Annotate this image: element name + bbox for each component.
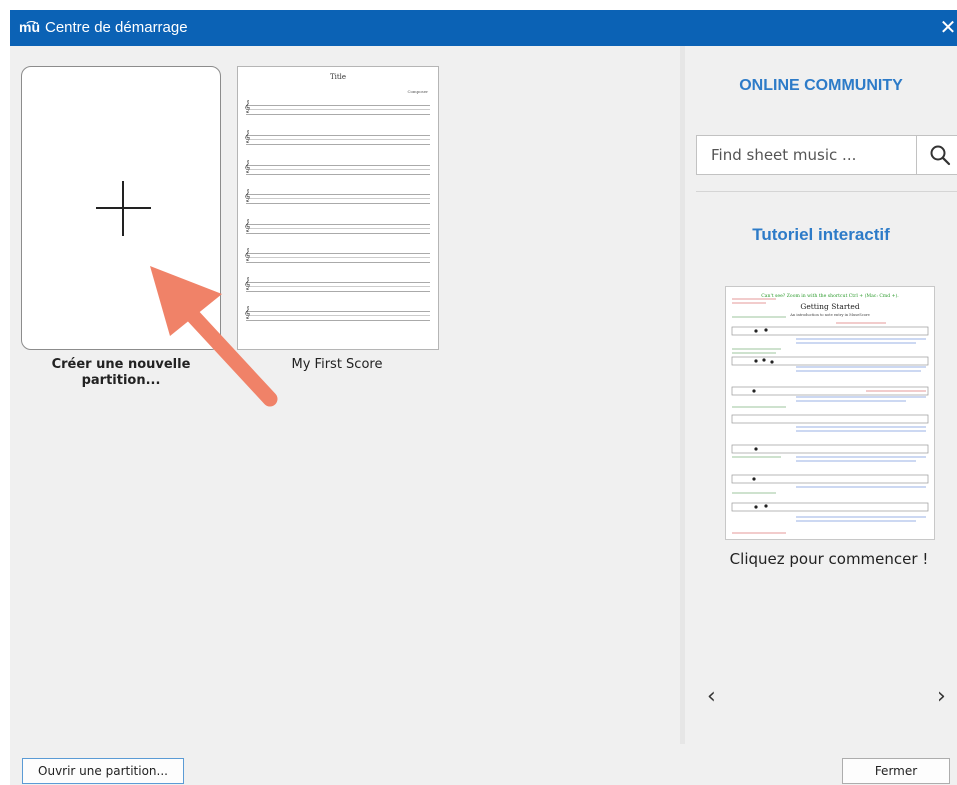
staff-line: 𝄞	[244, 189, 430, 204]
window-title: Centre de démarrage	[45, 19, 188, 36]
score-thumb-composer: Composer	[407, 89, 428, 94]
footer-bar: Ouvrir une partition... Fermer	[10, 744, 957, 785]
chevron-right-icon[interactable]: ›	[937, 684, 946, 709]
tutorial-thumb-subheading: An introduction to note entry in MuseSco…	[789, 313, 869, 317]
scores-panel: Créer une nouvelle partition... Title Co…	[10, 46, 680, 744]
pointer-arrow-annotation	[150, 266, 278, 407]
community-panel: ONLINE COMMUNITY Tutoriel interactif Can…	[685, 46, 957, 744]
search-divider	[916, 136, 917, 174]
tutorial-preview: Can't see? Zoom in with the shortcut Ctr…	[731, 292, 929, 534]
search-icon[interactable]	[929, 144, 951, 166]
staff-line: 𝄞	[244, 100, 430, 115]
close-button[interactable]: Fermer	[842, 758, 950, 784]
search-box	[696, 135, 957, 175]
musescore-logo-icon: m͡ü	[19, 19, 40, 35]
tutorial-heading[interactable]: Tutoriel interactif	[685, 225, 957, 245]
tutorial-caption[interactable]: Cliquez pour commencer !	[725, 548, 933, 571]
staff-line: 𝄞	[244, 160, 430, 175]
arrow-shaft	[174, 296, 278, 407]
tutorial-thumb-header: Can't see? Zoom in with the shortcut Ctr…	[761, 292, 899, 299]
search-input[interactable]	[697, 136, 915, 174]
staff-line: 𝄞	[244, 248, 430, 263]
open-score-button[interactable]: Ouvrir une partition...	[22, 758, 184, 784]
chevron-left-icon[interactable]: ‹	[707, 684, 716, 709]
staff-line: 𝄞	[244, 219, 430, 234]
plus-icon-vertical	[122, 181, 124, 236]
close-icon[interactable]: ✕	[939, 15, 957, 39]
section-separator	[696, 191, 957, 192]
tutorial-thumbnail[interactable]: Can't see? Zoom in with the shortcut Ctr…	[725, 286, 935, 540]
staff-line: 𝄞	[244, 130, 430, 145]
title-bar: m͡ü Centre de démarrage ✕	[10, 10, 957, 46]
score-thumb-title: Title	[329, 73, 347, 81]
online-community-heading[interactable]: ONLINE COMMUNITY	[685, 77, 957, 95]
tutorial-thumb-heading: Getting Started	[800, 302, 860, 311]
